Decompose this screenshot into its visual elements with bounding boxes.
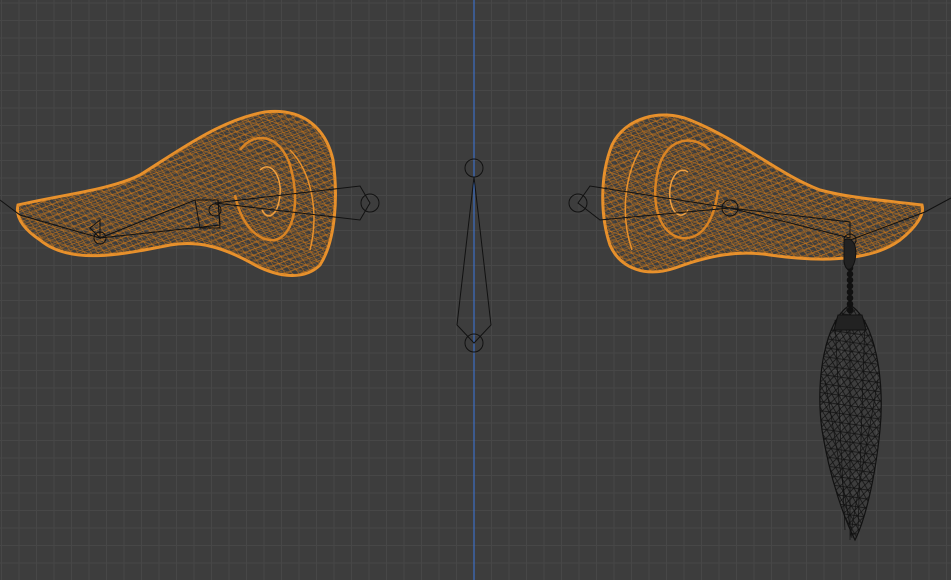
chain-bead [846,270,854,278]
viewport-canvas[interactable] [0,0,951,580]
chain-bead [846,276,854,284]
chain-bead [846,288,854,296]
chain-bead [846,282,854,290]
3d-viewport[interactable] [0,0,951,580]
chain-bead [846,294,854,302]
tassel-earring-mesh[interactable] [819,238,882,542]
grid-minor-lines [0,0,951,580]
ear-right-mesh[interactable] [601,113,925,274]
